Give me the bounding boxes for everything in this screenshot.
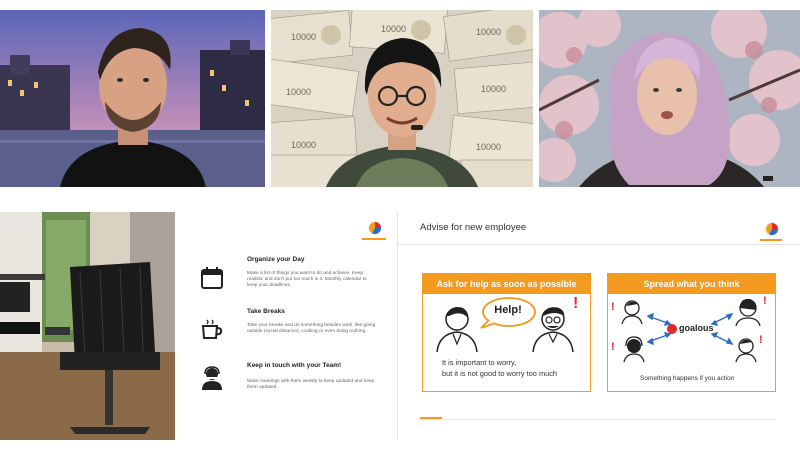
svg-text:10000: 10000 (381, 24, 406, 34)
svg-text:10000: 10000 (291, 140, 316, 150)
panel-caption-line2: but it is not good to worry too much (442, 369, 558, 378)
svg-text:!: ! (759, 334, 763, 346)
company-logo-icon (765, 222, 779, 236)
tip-title: Keep in touch with your Team! (247, 362, 342, 369)
panel-caption: Something happens if you action (640, 375, 735, 382)
sharing-network-illustration: ! ! ! ! (611, 295, 767, 363)
participant-video-4[interactable] (0, 212, 175, 440)
panel-header: Ask for help as soon as possible (423, 274, 590, 294)
headset-person-icon (202, 366, 222, 390)
shared-slide-tips: Organize your Day Make a list of things … (175, 212, 398, 440)
panel-header: Spread what you think (608, 274, 775, 294)
svg-text:!: ! (763, 295, 767, 307)
svg-text:10000: 10000 (291, 32, 316, 42)
svg-text:!: ! (611, 301, 615, 313)
asking-for-help-illustration: ! (436, 295, 578, 353)
shared-slide-advice: Advise for new employee Ask for help as … (398, 212, 800, 440)
slide-title: Advise for new employee (420, 222, 527, 233)
help-bubble-text: Help! (494, 304, 522, 316)
svg-text:!: ! (611, 341, 615, 353)
participant-video-2[interactable]: 10000 10000 10000 10000 10000 10000 10000 (271, 10, 533, 187)
tip-body: Take your breaks and do something beside… (247, 323, 376, 334)
tip-title: Organize your Day (247, 256, 305, 263)
svg-text:10000: 10000 (476, 142, 501, 152)
company-logo-icon (368, 221, 382, 235)
svg-text:!: ! (573, 295, 578, 312)
panel-ask-for-help: Ask for help as soon as possible ! Help!… (422, 273, 591, 392)
tip-title: Take Breaks (247, 308, 285, 315)
participant-video-3[interactable] (539, 10, 800, 187)
participant-video-1[interactable] (0, 10, 265, 187)
svg-text:10000: 10000 (476, 27, 501, 37)
brand-logotype: goalous (679, 323, 714, 333)
panel-spread-what-you-think: Spread what you think ! ! ! ! goalous So… (607, 273, 776, 392)
panel-caption-line1: It is important to worry, (442, 358, 517, 367)
divider (420, 419, 776, 420)
divider (398, 244, 800, 245)
tip-body: Make meetings with them weekly to keep u… (247, 379, 375, 390)
calendar-icon (201, 267, 223, 289)
tip-body: Make a list of things you want to do and… (247, 271, 367, 288)
svg-text:10000: 10000 (286, 87, 311, 97)
coffee-cup-icon (201, 319, 223, 339)
svg-text:10000: 10000 (481, 84, 506, 94)
